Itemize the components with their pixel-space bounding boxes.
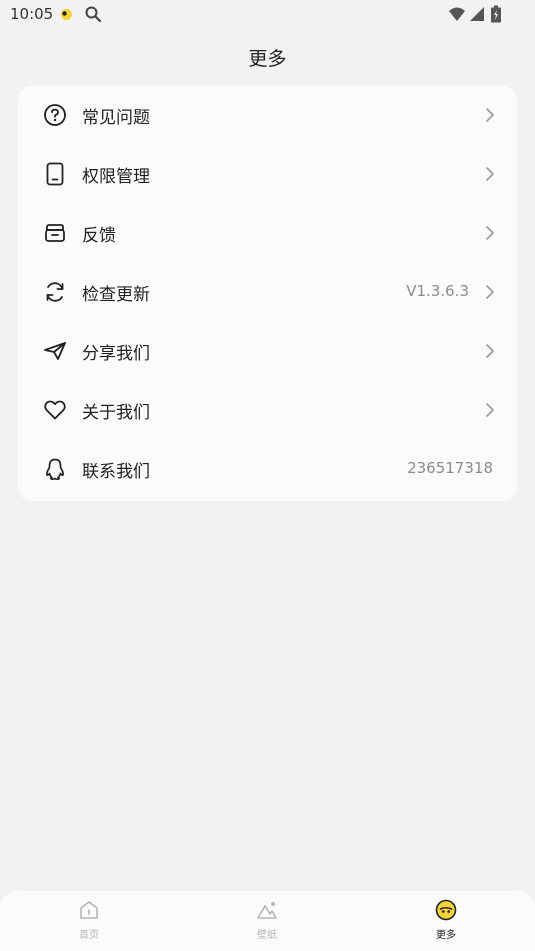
menu-item-label: 反馈: [82, 226, 116, 246]
refresh-icon: [46, 282, 64, 302]
qq-number-value: 236517318: [407, 459, 493, 477]
feedback-icon: [45, 224, 65, 242]
wifi-icon: [449, 7, 465, 21]
chevron-right-icon: [486, 226, 494, 240]
notification-dot-icon: [61, 9, 72, 20]
menu-item-faq[interactable]: 常见问题: [18, 86, 517, 145]
tab-label: 壁纸: [257, 930, 277, 941]
menu-item-label: 检查更新: [82, 285, 150, 305]
chevron-right-icon: [486, 167, 494, 181]
menu-item-label: 关于我们: [82, 403, 150, 423]
qq-icon: [46, 458, 64, 481]
wallpaper-icon: [257, 902, 277, 919]
signal-icon: [470, 7, 484, 21]
tab-label: 首页: [79, 930, 99, 941]
status-bar: 10:05: [0, 0, 535, 30]
help-circle-icon: [44, 104, 66, 126]
menu-item-share[interactable]: 分享我们: [18, 322, 517, 381]
menu-item-about[interactable]: 关于我们: [18, 381, 517, 440]
bottom-nav: 首页 壁纸 更多: [0, 891, 535, 951]
home-icon: [80, 901, 98, 919]
menu-item-label: 分享我们: [82, 344, 150, 364]
menu-item-label: 联系我们: [82, 462, 150, 482]
search-icon: [85, 6, 102, 23]
heart-icon: [44, 400, 66, 420]
menu-item-permissions[interactable]: 权限管理: [18, 145, 517, 204]
tab-home[interactable]: 首页: [0, 891, 178, 951]
send-icon: [44, 342, 66, 360]
version-value: V1.3.6.3: [406, 282, 469, 300]
tab-more[interactable]: 更多: [357, 891, 535, 951]
menu-item-label: 权限管理: [82, 167, 150, 187]
chevron-right-icon: [486, 403, 494, 417]
phone-icon: [46, 162, 64, 186]
menu-item-contact[interactable]: 联系我们 236517318: [18, 440, 517, 499]
menu-card: 常见问题 权限管理 反馈 检查更新 V1.3.6.3 分享我们 关于我们 联系我…: [18, 86, 517, 501]
chevron-right-icon: [486, 344, 494, 358]
screen: 10:05 更多 常见问题 权限管理 反馈 检查更新 V1.3.6.3 分享我们…: [0, 0, 535, 951]
page-title: 更多: [248, 48, 287, 70]
tab-wallpaper[interactable]: 壁纸: [178, 891, 356, 951]
chevron-right-icon: [486, 285, 494, 299]
status-time: 10:05: [10, 5, 54, 23]
tab-label: 更多: [436, 930, 456, 941]
battery-icon: [491, 5, 501, 23]
chevron-right-icon: [486, 108, 494, 122]
more-face-icon: [435, 899, 457, 921]
menu-item-label: 常见问题: [82, 108, 150, 128]
menu-item-check-update[interactable]: 检查更新 V1.3.6.3: [18, 263, 517, 322]
menu-item-feedback[interactable]: 反馈: [18, 204, 517, 263]
